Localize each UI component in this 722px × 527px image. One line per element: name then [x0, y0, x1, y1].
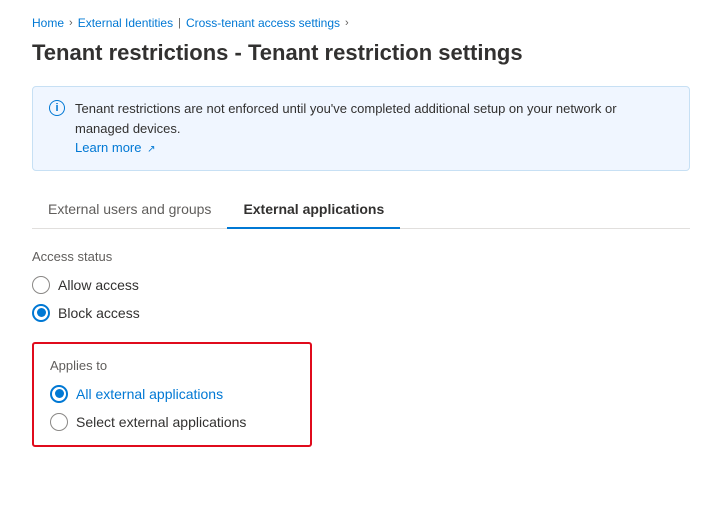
tabs-container: External users and groups External appli… [32, 191, 690, 229]
breadcrumb-pipe: | [178, 17, 181, 29]
tab-external-users[interactable]: External users and groups [32, 191, 227, 229]
info-banner: i Tenant restrictions are not enforced u… [32, 86, 690, 171]
info-banner-text: Tenant restrictions are not enforced unt… [75, 99, 673, 158]
all-external-apps-radio[interactable] [50, 385, 68, 403]
breadcrumb-external-identities[interactable]: External Identities [78, 16, 173, 30]
info-icon: i [49, 100, 65, 116]
breadcrumb-sep-2: › [345, 17, 349, 29]
breadcrumb-cross-tenant[interactable]: Cross-tenant access settings [186, 16, 340, 30]
block-access-radio[interactable] [32, 304, 50, 322]
all-external-apps-label: All external applications [76, 386, 223, 402]
applies-to-radio-group: All external applications Select externa… [50, 385, 294, 431]
breadcrumb-home[interactable]: Home [32, 16, 64, 30]
all-external-apps-option[interactable]: All external applications [50, 385, 294, 403]
applies-to-section: Applies to All external applications Sel… [32, 342, 312, 447]
allow-access-option[interactable]: Allow access [32, 276, 690, 294]
access-status-label: Access status [32, 249, 690, 264]
select-external-apps-radio[interactable] [50, 413, 68, 431]
access-status-radio-group: Allow access Block access [32, 276, 690, 322]
tab-external-apps[interactable]: External applications [227, 191, 400, 229]
learn-more-link[interactable]: Learn more ↗ [75, 140, 156, 155]
external-link-icon: ↗ [147, 144, 155, 155]
applies-to-label: Applies to [50, 358, 294, 373]
select-external-apps-label: Select external applications [76, 414, 246, 430]
page-title: Tenant restrictions - Tenant restriction… [32, 40, 690, 66]
block-access-label: Block access [58, 305, 140, 321]
breadcrumb-sep-1: › [69, 17, 73, 29]
allow-access-label: Allow access [58, 277, 139, 293]
access-status-section: Access status Allow access Block access [32, 249, 690, 322]
breadcrumb: Home › External Identities | Cross-tenan… [32, 16, 690, 30]
select-external-apps-option[interactable]: Select external applications [50, 413, 294, 431]
block-access-option[interactable]: Block access [32, 304, 690, 322]
allow-access-radio[interactable] [32, 276, 50, 294]
